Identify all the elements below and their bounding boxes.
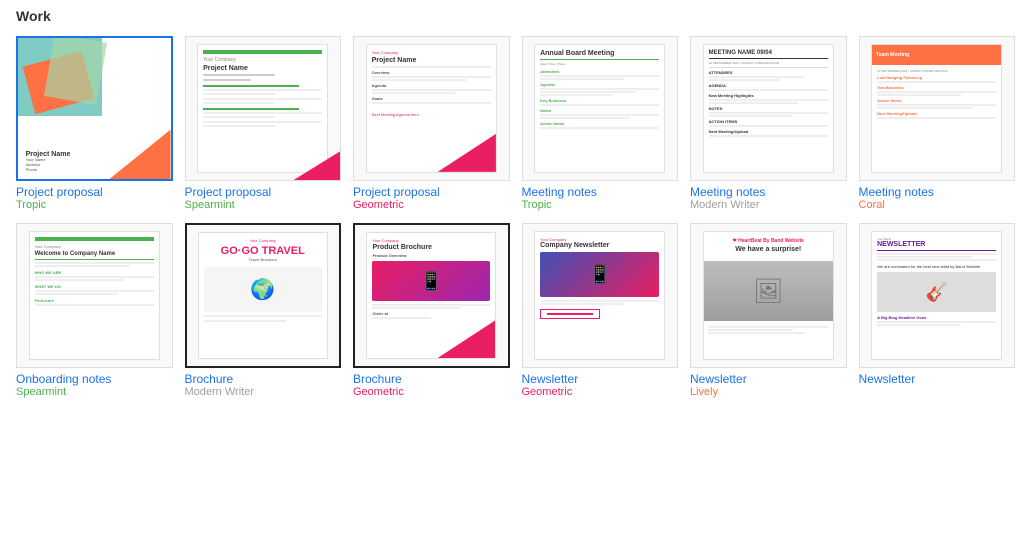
card-newsletter-plum[interactable]: Your Band NEWSLETTER We are nominated fo… [859, 223, 1016, 398]
card-title-newsletter-lively: Newsletter [690, 372, 847, 386]
card-title-project-spearmint: Project proposal [185, 185, 342, 199]
card-meeting-tropic[interactable]: Annual Board Meeting Date / Time / Place… [522, 36, 679, 211]
card-subtitle-project-geometric: Geometric [353, 199, 510, 211]
card-title-newsletter-plum: Newsletter [859, 372, 1016, 386]
card-meeting-coral[interactable]: Team Meeting 10 SEPTEMBER 2024 | SUNDAY … [859, 36, 1016, 211]
card-project-tropic[interactable]: Project Name Your NameAddressPhone Proje… [16, 36, 173, 211]
card-subtitle-newsletter-lively: Lively [690, 386, 847, 398]
card-title-newsletter-geo: Newsletter [522, 372, 679, 386]
card-subtitle-brochure-geometric: Geometric [353, 386, 510, 398]
card-title-onboarding-spearmint: Onboarding notes [16, 372, 173, 386]
card-onboarding-spearmint[interactable]: Your Company Welcome to Company Name WHO… [16, 223, 173, 398]
card-meeting-modern[interactable]: MEETING NAME 09/04 09 SEPTEMBER 2024 | S… [690, 36, 847, 211]
card-title-brochure-mw: Brochure [185, 372, 342, 386]
card-project-spearmint[interactable]: Your Company Project Name Project propos… [185, 36, 342, 211]
card-subtitle-project-tropic: Tropic [16, 199, 173, 211]
card-title-meeting-tropic: Meeting notes [522, 185, 679, 199]
card-newsletter-lively[interactable]: ❤ HeartBeat By Band Website We have a su… [690, 223, 847, 398]
card-title-meeting-modern: Meeting notes [690, 185, 847, 199]
card-brochure-mw[interactable]: Your Company GO·GO TRAVEL Travel Brochur… [185, 223, 342, 398]
card-subtitle-newsletter-geo: Geometric [522, 386, 679, 398]
card-subtitle-meeting-modern: Modern Writer [690, 199, 847, 211]
card-title-brochure-geometric: Brochure [353, 372, 510, 386]
card-subtitle-brochure-mw: Modern Writer [185, 386, 342, 398]
card-subtitle-onboarding-spearmint: Spearmint [16, 386, 173, 398]
template-grid: Project Name Your NameAddressPhone Proje… [0, 28, 1031, 414]
card-newsletter-geo[interactable]: Your Company Company Newsletter 📱 Newsle… [522, 223, 679, 398]
card-project-geometric[interactable]: Your Company Project Name Overview Agend… [353, 36, 510, 211]
card-title-meeting-coral: Meeting notes [859, 185, 1016, 199]
section-title: Work [0, 0, 1031, 28]
card-title-project-tropic: Project proposal [16, 185, 173, 199]
card-title-project-geometric: Project proposal [353, 185, 510, 199]
card-subtitle-project-spearmint: Spearmint [185, 199, 342, 211]
card-subtitle-meeting-tropic: Tropic [522, 199, 679, 211]
card-brochure-geometric[interactable]: Your Company Product Brochure Product Ov… [353, 223, 510, 398]
card-subtitle-meeting-coral: Coral [859, 199, 1016, 211]
